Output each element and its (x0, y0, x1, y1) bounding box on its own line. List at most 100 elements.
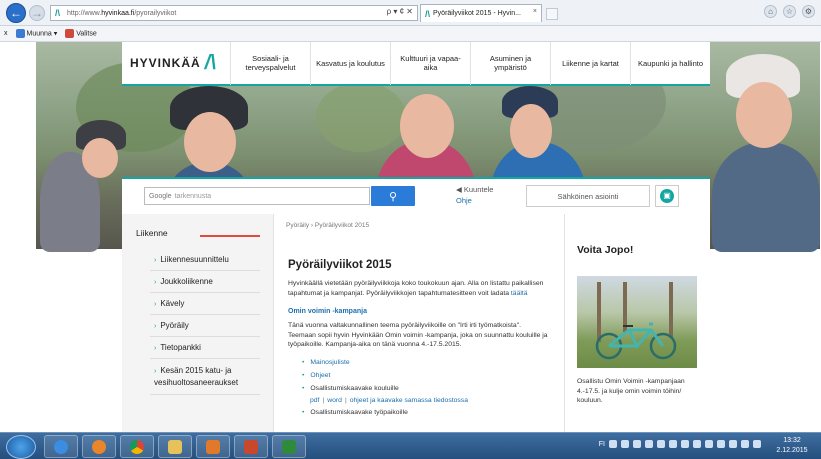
chevron-right-icon: › (154, 301, 157, 308)
favorites-star-icon[interactable]: ☆ (783, 5, 796, 18)
instructions-link[interactable]: Ohjeet (310, 372, 330, 379)
address-bar[interactable]: /\ http://www.hyvinkaa.fi/pyorailyviikot… (50, 5, 418, 21)
tray-icon[interactable] (729, 440, 737, 448)
network-icon[interactable] (753, 440, 761, 448)
taskbar-excel[interactable] (272, 435, 306, 458)
volume-icon[interactable] (741, 440, 749, 448)
chevron-right-icon: › (154, 323, 157, 330)
taskbar-chrome[interactable] (120, 435, 154, 458)
tray-icon[interactable] (693, 440, 701, 448)
start-button-icon[interactable] (6, 435, 36, 459)
tray-icon[interactable] (657, 440, 665, 448)
listen-widget[interactable]: ◀ Kuuntele Ohje (456, 185, 493, 205)
nav-education[interactable]: Kasvatus ja koulutus (310, 42, 390, 85)
campaign-paragraph: Tänä vuonna valtakunnallinen teema pyörä… (288, 322, 548, 348)
sidebar-item-traffic-planning[interactable]: › Liikennesuunnittelu (150, 249, 260, 271)
taskbar-media[interactable] (82, 435, 116, 458)
bicycle-photo (577, 276, 697, 368)
chevron-right-icon: › (154, 257, 157, 264)
chrome-icon (130, 439, 144, 454)
site-header: HYVINKÄÄ /\ Sosiaali- ja terveyspalvelut… (122, 42, 710, 86)
list-item: • Mainosjuliste (302, 358, 350, 366)
url-text: http://www.hyvinkaa.fi/pyorailyviikot (67, 9, 177, 17)
nav-city-administration[interactable]: Kaupunki ja hallinto (630, 42, 710, 85)
clock-date: 2.12.2015 (776, 447, 808, 454)
sidebar-item-cycling[interactable]: › Pyöräily (150, 315, 260, 337)
chevron-right-icon: › (154, 279, 157, 286)
site-search-input[interactable]: Google tarkennusta (144, 187, 370, 205)
search-icon: ⚲ (388, 190, 398, 203)
taskbar-app-orange[interactable] (196, 435, 230, 458)
sidebar-item-databank[interactable]: › Tietopankki (150, 337, 260, 359)
windows-taskbar: FI 13:32 2.12.2015 (0, 432, 821, 459)
excel-icon (282, 439, 296, 454)
site-logo[interactable]: HYVINKÄÄ /\ (122, 42, 230, 85)
new-tab-button[interactable] (546, 8, 558, 20)
tray-icon[interactable] (645, 440, 653, 448)
convert-icon (15, 29, 25, 38)
sidebar-item-public-transport[interactable]: › Joukkoliikenne (150, 271, 260, 293)
nav-social-health[interactable]: Sosiaali- ja terveyspalvelut (230, 42, 310, 85)
back-button[interactable]: ← (6, 3, 26, 23)
taskbar-explorer[interactable] (158, 435, 192, 458)
poster-link[interactable]: Mainosjuliste (310, 359, 349, 366)
internet-explorer-icon (54, 439, 68, 454)
eservice-link[interactable]: Sähköinen asiointi (526, 185, 650, 207)
powerpoint-icon (244, 439, 258, 454)
forward-arrow-icon: → (31, 6, 43, 20)
tray-icon[interactable] (681, 440, 689, 448)
tray-icon[interactable] (705, 440, 713, 448)
tab-close-icon[interactable]: × (533, 8, 537, 15)
sidebar-heading: Liikenne (136, 228, 168, 238)
tray-language[interactable]: FI (599, 441, 605, 448)
forward-button[interactable]: → (29, 5, 45, 21)
taskbar-powerpoint[interactable] (234, 435, 268, 458)
nav-culture-leisure[interactable]: Kulttuuri ja vapaa-aika (390, 42, 470, 85)
address-controls[interactable]: ρ ▾ ¢ ✕ (387, 7, 413, 16)
aside-panel: Voita Jopo! Osallistu Omin Voimin -kampa… (564, 214, 710, 432)
word-link[interactable]: word (327, 397, 342, 404)
tray-icon[interactable] (717, 440, 725, 448)
list-item: • Osallistumiskaavake kouluille (302, 384, 399, 392)
back-arrow-icon: ← (10, 6, 22, 20)
home-icon[interactable]: ⌂ (764, 5, 777, 18)
command-bar-close[interactable]: x (4, 30, 8, 37)
tray-icon[interactable] (669, 440, 677, 448)
taskbar-clock[interactable]: 13:32 2.12.2015 (769, 436, 815, 456)
browser-window-icons: ⌂ ☆ ⚙ (764, 5, 815, 18)
bicycle-icon (595, 322, 677, 360)
search-band: Google tarkennusta ⚲ ◀ Kuuntele Ohje Säh… (122, 177, 710, 214)
folder-icon (168, 439, 182, 454)
help-link[interactable]: Ohje (456, 196, 493, 205)
sidebar-item-walking[interactable]: › Kävely (150, 293, 260, 315)
school-form-label: Osallistumiskaavake kouluille (310, 384, 399, 392)
tray-icon[interactable] (621, 440, 629, 448)
browser-tab-active[interactable]: /\ Pyöräilyviikot 2015 - Hyvin... × (420, 4, 542, 22)
main-article: Pyöräily › Pyöräilyviikot 2015 Pyöräilyv… (274, 214, 558, 432)
campaign-links-list: • Mainosjuliste • Ohjeet • Osallistumiskaav… (274, 350, 558, 395)
settings-gear-icon[interactable]: ⚙ (802, 5, 815, 18)
intro-paragraph: Hyvinkäällä vietetään pyöräilyviikkoja k… (288, 280, 544, 297)
workplace-form-label: Osallistumiskaavake työpaikoille (310, 408, 408, 416)
list-item: • Ohjeet (302, 371, 331, 379)
pdf-link[interactable]: pdf (310, 397, 319, 404)
nav-housing-environment[interactable]: Asuminen ja ympäristö (470, 42, 550, 85)
chevron-right-icon: › (154, 345, 157, 352)
tray-icon[interactable] (609, 440, 617, 448)
list-item: • Osallistumiskaavake työpaikoille (302, 408, 408, 416)
eservice-button[interactable]: ▣ (655, 185, 679, 207)
combined-file-link[interactable]: ohjeet ja kaavake samassa tiedostossa (350, 397, 468, 404)
select-button[interactable]: Valitse (65, 29, 97, 38)
search-button[interactable]: ⚲ (371, 186, 415, 206)
campaign-links-list-continued: • Osallistumiskaavake työpaikoille (274, 407, 558, 419)
download-brochure-link[interactable]: täältä (511, 290, 528, 297)
taskbar-ie[interactable] (44, 435, 78, 458)
search-provider-label: Google (149, 192, 172, 200)
page-title: Pyöräilyviikot 2015 (288, 259, 392, 271)
breadcrumb[interactable]: Pyöräily › Pyöräilyviikot 2015 (274, 214, 558, 229)
convert-button[interactable]: Muunna ▾ (15, 29, 57, 38)
sidebar-item-renovations[interactable]: › Kesän 2015 katu- ja vesihuoltosaneerauk… (150, 359, 260, 395)
nav-traffic-maps[interactable]: Liikenne ja kartat (550, 42, 630, 85)
tray-icon[interactable] (633, 440, 641, 448)
campaign-subheading[interactable]: Omin voimin -kampanja (274, 298, 558, 315)
